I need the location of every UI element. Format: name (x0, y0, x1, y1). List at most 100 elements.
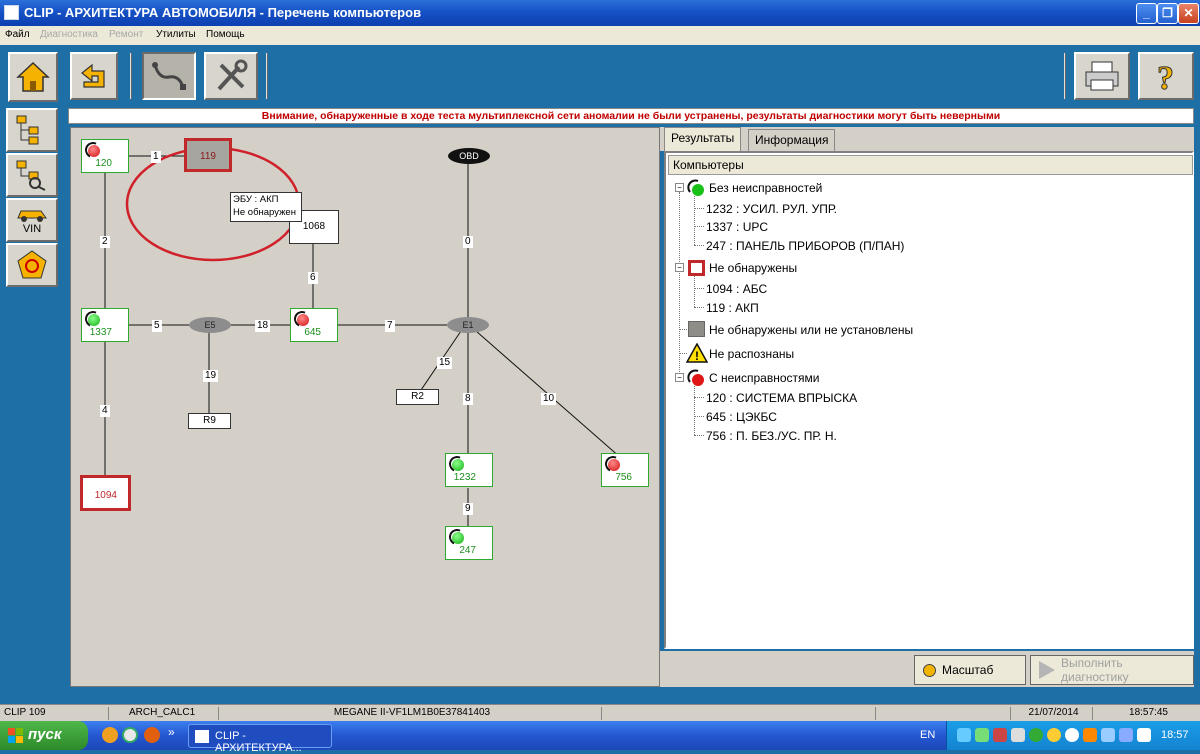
ecu-node-645[interactable]: 645 (290, 308, 338, 342)
tree-search-button[interactable] (6, 153, 58, 197)
status-calc: ARCH_CALC1 (108, 707, 218, 720)
volume-icon[interactable] (1101, 728, 1115, 742)
tray-icon[interactable] (1011, 728, 1025, 742)
taskbar-clock: 18:57 (1161, 729, 1189, 741)
menu-utilities[interactable]: Утилиты (156, 29, 196, 40)
tools-icon (217, 59, 248, 91)
language-indicator[interactable]: EN (920, 729, 935, 741)
tray-icon[interactable] (1119, 728, 1133, 742)
windows-logo-icon (8, 728, 23, 743)
back-button[interactable] (70, 52, 118, 100)
hub-e5[interactable]: E5 (189, 317, 231, 333)
tree-group-not-detected[interactable]: Не обнаружены (709, 261, 797, 275)
ecu-node-119[interactable]: 119 (184, 138, 232, 172)
tab-strip: Результаты Информация (660, 127, 1194, 151)
edge-label: 15 (437, 357, 453, 369)
minimize-button[interactable]: _ (1136, 3, 1157, 24)
tray-icon[interactable] (975, 728, 989, 742)
tree-item[interactable]: 756 : П. БЕЗ./УС. ПР. Н. (706, 429, 837, 443)
hub-e1[interactable]: E1 (447, 317, 489, 333)
collapse-toggle[interactable]: − (675, 183, 684, 192)
status-empty (875, 707, 1010, 720)
network-tray-icon[interactable] (1137, 728, 1151, 742)
tree-guide (694, 397, 704, 398)
tray-icon[interactable] (993, 728, 1007, 742)
ok-status-icon (687, 179, 704, 196)
run-diagnostics-button: Выполнить диагностику (1030, 655, 1194, 685)
title-bar: CLIP - АРХИТЕКТУРА АВТОМОБИЛЯ - Перечень… (0, 0, 1200, 26)
taskbar-item-label: CLIP - АРХИТЕКТУРА... (215, 730, 302, 754)
tree-group-not-installed[interactable]: Не обнаружены или не установлены (709, 323, 913, 337)
tab-information[interactable]: Информация (748, 129, 836, 151)
tree-icon (16, 115, 39, 145)
cycle-button[interactable] (6, 243, 58, 287)
close-button[interactable]: ✕ (1178, 3, 1199, 24)
ecu-node-756[interactable]: 756 (601, 453, 649, 487)
ecu-node-120[interactable]: 120 (81, 139, 129, 173)
edge-label: 0 (463, 236, 473, 248)
start-button[interactable]: пуск (0, 721, 88, 750)
tree-item[interactable]: 1337 : UPC (706, 220, 768, 234)
play-icon (1039, 661, 1055, 679)
window-title: CLIP - АРХИТЕКТУРА АВТОМОБИЛЯ - Перечень… (24, 5, 422, 20)
tree-group-faults[interactable]: С неисправностями (709, 371, 819, 385)
ecu-node-247[interactable]: 247 (445, 526, 493, 560)
tree-item[interactable]: 120 : СИСТЕМА ВПРЫСКА (706, 391, 857, 405)
edge-label: 4 (100, 405, 110, 417)
warning-triangle-icon: ! (686, 343, 708, 363)
tray-icon[interactable] (1029, 728, 1043, 742)
tree-item[interactable]: 1094 : АБС (706, 282, 767, 296)
resistor-r2[interactable]: R2 (396, 389, 439, 405)
car-icon (17, 210, 47, 222)
firefox-icon[interactable] (144, 727, 160, 743)
tray-icon[interactable] (1065, 728, 1079, 742)
tree-guide (694, 416, 704, 417)
zoom-button[interactable]: Масштаб (914, 655, 1026, 685)
status-time: 18:57:45 (1092, 707, 1200, 720)
menu-file[interactable]: Файл (5, 29, 30, 40)
network-button[interactable] (142, 52, 196, 100)
tree-item[interactable]: 645 : ЦЭКБС (706, 410, 777, 424)
back-arrow-icon (81, 63, 105, 88)
menu-help[interactable]: Помощь (206, 29, 245, 40)
obd-connector[interactable]: OBD (448, 148, 490, 164)
tree-group-unrecognized[interactable]: Не распознаны (709, 347, 794, 361)
ecu-node-1337[interactable]: 1337 (81, 308, 129, 342)
edge-label: 2 (100, 236, 110, 248)
edge-label: 18 (255, 320, 271, 332)
quick-launch-more-icon[interactable]: » (168, 725, 175, 739)
resistor-r9[interactable]: R9 (188, 413, 231, 429)
start-label: пуск (28, 726, 62, 743)
vin-button[interactable]: VIN (6, 198, 58, 242)
tree-item[interactable]: 119 : АКП (706, 301, 759, 315)
collapse-toggle[interactable]: − (675, 373, 684, 382)
cycle-icon (17, 250, 47, 279)
zoom-icon (923, 663, 936, 677)
collapse-toggle[interactable]: − (675, 263, 684, 272)
edge-label: 9 (463, 503, 473, 515)
restore-button[interactable]: ❐ (1157, 3, 1178, 24)
tree-group-ok[interactable]: Без неисправностей (709, 181, 822, 195)
help-button[interactable]: ? (1138, 52, 1194, 100)
tree-item[interactable]: 247 : ПАНЕЛЬ ПРИБОРОВ (П/ПАН) (706, 239, 904, 253)
tab-results[interactable]: Результаты (664, 127, 742, 151)
tree-item[interactable]: 1232 : УСИЛ. РУЛ. УПР. (706, 202, 837, 216)
mail-icon[interactable] (122, 727, 138, 743)
tree-view-button[interactable] (6, 108, 58, 152)
tree-guide (679, 329, 687, 330)
diagram-lines (104, 146, 622, 528)
taskbar-item-clip[interactable]: CLIP - АРХИТЕКТУРА... (188, 724, 332, 754)
ecu-node-1094[interactable]: 1094 (80, 475, 131, 511)
tools-button[interactable] (204, 52, 258, 100)
chrome-icon[interactable] (102, 727, 118, 743)
tray-icon[interactable] (957, 728, 971, 742)
tray-icon[interactable] (1047, 728, 1061, 742)
ecu-tooltip: ЭБУ : АКП Не обнаружен (230, 192, 302, 222)
ecu-node-1232[interactable]: 1232 (445, 453, 493, 487)
home-button[interactable] (8, 52, 58, 102)
vin-label: VIN (22, 223, 42, 235)
status-vehicle: MEGANE II-VF1LM1B0E37841403 (218, 707, 601, 720)
tray-icon[interactable] (1083, 728, 1097, 742)
print-button[interactable] (1074, 52, 1130, 100)
edge-label: 19 (203, 370, 219, 382)
